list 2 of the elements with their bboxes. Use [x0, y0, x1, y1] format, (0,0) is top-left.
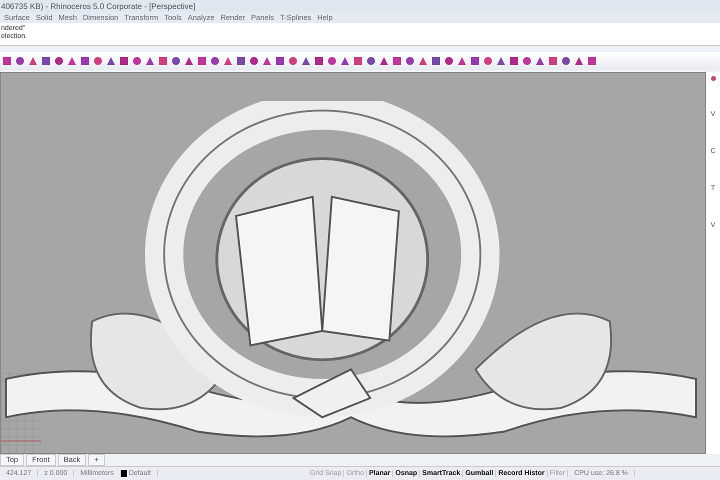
- panel-icon: [710, 76, 716, 81]
- window-title: 406735 KB) - Rhinoceros 5.0 Corporate - [Perspective]: [1, 2, 196, 10]
